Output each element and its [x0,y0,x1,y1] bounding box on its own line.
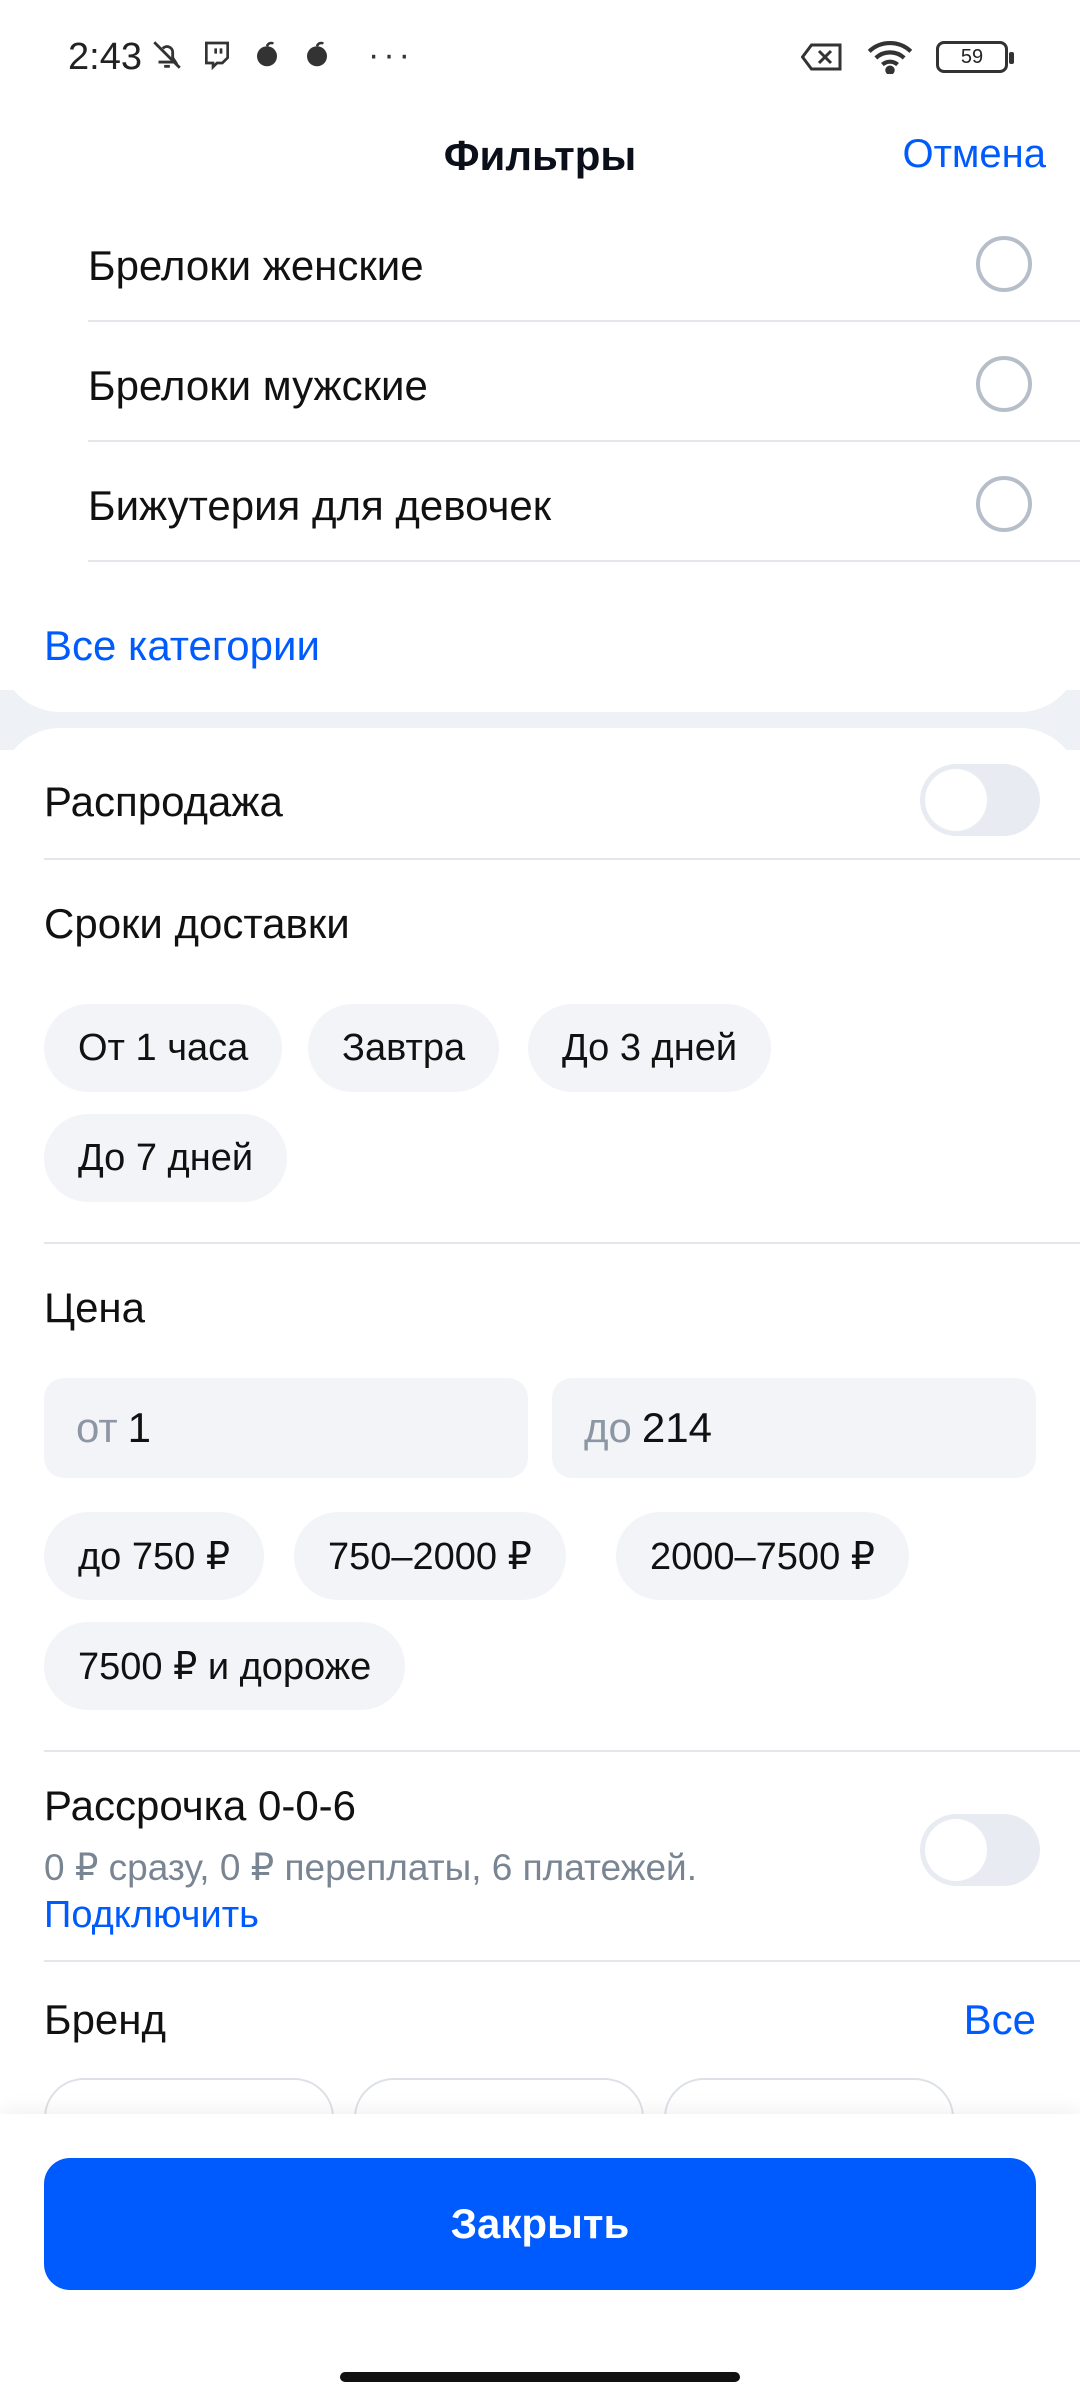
price-from-input[interactable]: от 1 [44,1378,528,1478]
price-from-value: 1 [127,1404,152,1451]
sim-off-icon [800,40,844,74]
bell-off-icon [150,38,184,72]
filters-section: Распродажа Сроки доставки От 1 часа Завт… [0,728,1080,2128]
divider [44,1960,1080,1962]
wifi-icon [866,40,914,74]
price-to-input[interactable]: до 214 [552,1378,1036,1478]
price-range-chip[interactable]: до 750 ₽ [44,1512,264,1600]
delivery-chip[interactable]: Завтра [308,1004,500,1092]
sale-label: Распродажа [44,778,283,825]
filters-screen: 2:43 ··· 59 Фильтры Отмена Брелоки женск… [0,0,1080,2400]
divider [44,1242,1080,1244]
close-button[interactable]: Закрыть [44,2158,1036,2290]
category-item[interactable]: Брелоки мужские [88,322,1080,442]
price-range-chip[interactable]: 7500 ₽ и дороже [44,1622,406,1710]
home-indicator[interactable] [340,2372,740,2382]
delivery-title: Сроки доставки [44,900,350,947]
app-notification-icon [300,38,334,72]
price-to-value: 214 [641,1404,712,1451]
battery-icon: 59 [936,41,1014,73]
installment-title: Рассрочка 0-0-6 [44,1782,357,1829]
header: Фильтры Отмена [0,110,1080,202]
brand-title: Бренд [44,1996,166,2043]
delivery-chip[interactable]: От 1 часа [44,1004,283,1092]
toggle-knob [925,1819,987,1881]
price-to-placeholder: до [584,1404,632,1451]
category-section: Брелоки женские Брелоки мужские Бижутери… [0,202,1080,712]
category-label: Бижутерия для девочек [88,482,552,529]
toggle-knob [925,769,987,831]
installment-connect-link[interactable]: Подключить [44,1894,259,1937]
all-categories-link[interactable]: Все категории [44,622,320,670]
status-time: 2:43 [68,36,142,78]
category-item[interactable]: Бижутерия для девочек [88,442,1080,562]
notification-icons: ··· [150,38,414,72]
sale-toggle[interactable] [920,764,1040,836]
radio-button[interactable] [976,356,1032,412]
more-notifications-icon: ··· [368,36,414,74]
status-bar: 2:43 ··· 59 [0,0,1080,110]
brand-all-link[interactable]: Все [964,1996,1036,2044]
delivery-chip[interactable]: До 3 дней [528,1004,772,1092]
twitch-icon [200,38,234,72]
category-item[interactable]: Брелоки женские [88,202,1080,322]
radio-button[interactable] [976,476,1032,532]
installment-subtitle: 0 ₽ сразу, 0 ₽ переплаты, 6 платежей. [44,1847,697,1888]
category-label: Брелоки женские [88,242,424,289]
radio-button[interactable] [976,236,1032,292]
app-notification-icon [250,38,284,72]
price-range-chip[interactable]: 2000–7500 ₽ [616,1512,909,1600]
price-title: Цена [44,1284,145,1331]
price-from-placeholder: от [76,1404,118,1451]
battery-level: 59 [960,45,984,68]
price-range-chip[interactable]: 750–2000 ₽ [294,1512,566,1600]
cancel-button[interactable]: Отмена [902,132,1046,177]
category-label: Брелоки мужские [88,362,428,409]
delivery-chip[interactable]: До 7 дней [44,1114,288,1202]
divider [44,1750,1080,1752]
divider [44,858,1080,860]
bottom-bar: Закрыть [0,2114,1080,2400]
installment-toggle[interactable] [920,1814,1040,1886]
system-icons: 59 [800,40,1014,74]
